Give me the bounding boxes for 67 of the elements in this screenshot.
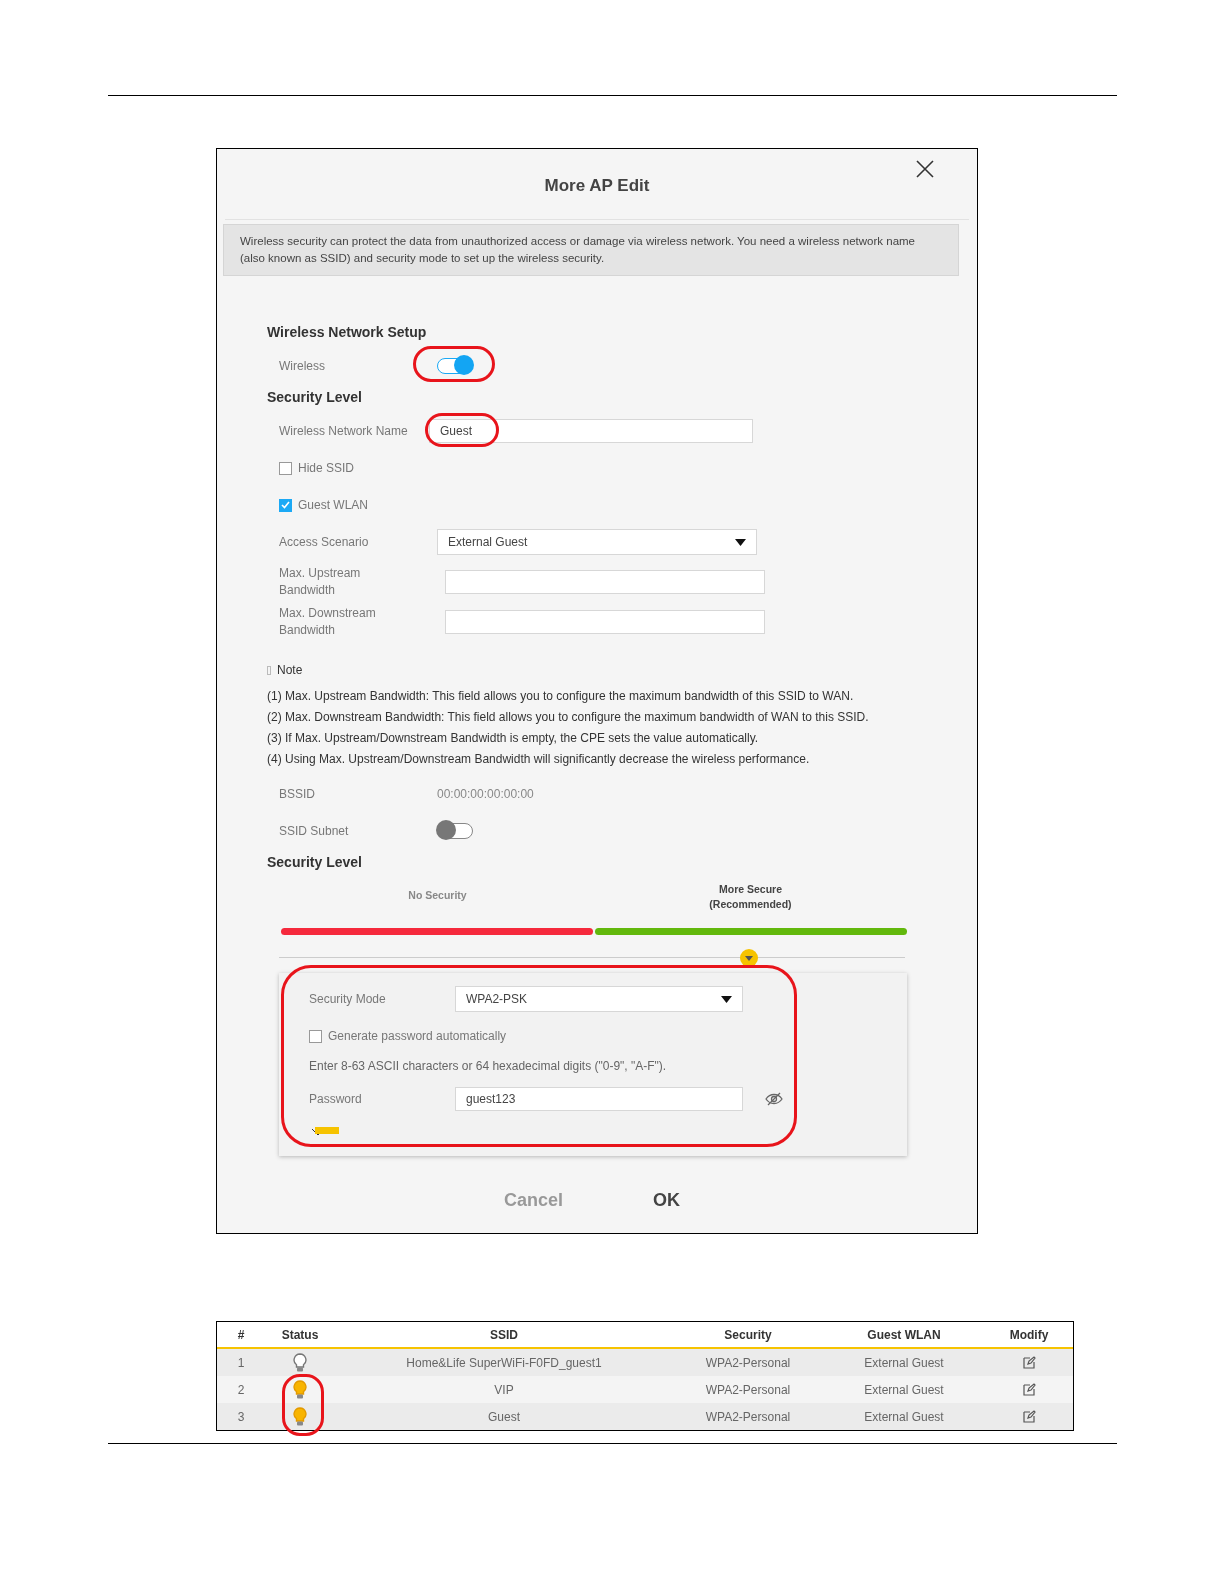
note-text: (3) If Max. Upstream/Downstream Bandwidth is empty, the CPE sets the value automatically.	[267, 731, 760, 745]
password-hint: Enter 8-63 ASCII characters or 64 hexadecimal digits ("0-9", "A-F").	[309, 1059, 668, 1073]
checkbox-label: Hide SSID	[298, 461, 355, 475]
table-cell-text: External Guest	[863, 1409, 945, 1424]
checkbox[interactable]	[309, 1029, 322, 1043]
field-label: BSSID	[279, 785, 316, 803]
table-cell-text: External Guest	[863, 1355, 945, 1370]
section-heading: Security Level	[267, 854, 363, 870]
field-label: Max. Downstream Bandwidth	[279, 605, 377, 639]
toggle-switch[interactable]	[437, 358, 473, 374]
bssid-value: 00:00:00:00:00:00	[437, 787, 534, 801]
note-text: (1) Max. Upstream Bandwidth: This field allows you to configure the maximum bandwidth of this SSID to WAN.	[267, 689, 855, 703]
section-heading: Wireless Network Setup	[267, 324, 428, 340]
note-text: (2) Max. Downstream Bandwidth: This field allows you to configure the maximum bandwidth of WAN to this SSID.	[267, 710, 870, 724]
table-cell-text: 2	[236, 1382, 246, 1397]
note-title: Note	[277, 663, 303, 677]
column-header: Modify	[1008, 1327, 1050, 1342]
ok-button[interactable]: OK	[653, 1190, 680, 1211]
highlight-ring	[282, 1374, 324, 1436]
table-cell-text: Home&Life SuperWiFi-F0FD_guest1	[405, 1355, 603, 1370]
bandwidth-field[interactable]	[445, 610, 765, 634]
access-scenario-select[interactable]: External Guest	[437, 529, 757, 555]
edit-icon[interactable]	[1022, 1356, 1036, 1369]
checkbox[interactable]	[279, 461, 292, 475]
column-header: Status	[280, 1327, 320, 1342]
edit-icon[interactable]	[1022, 1410, 1036, 1423]
checkbox-label: Guest WLAN	[298, 498, 369, 512]
field-label: Access Scenario	[279, 533, 370, 551]
level-label: No Security	[407, 888, 468, 903]
section-heading: Security Level	[267, 389, 363, 405]
table-cell-text: WPA2-Personal	[704, 1382, 792, 1397]
edit-icon[interactable]	[1022, 1383, 1036, 1396]
highlight-mark	[315, 1127, 339, 1134]
toggle-switch[interactable]	[437, 823, 473, 839]
table-cell-text: WPA2-Personal	[704, 1355, 792, 1370]
checkbox-label: Generate password automatically	[328, 1029, 507, 1043]
eye-slash-icon[interactable]	[765, 1092, 783, 1106]
info-text: Wireless security can protect the data from unauthorized access or damage via wireless network. You need a wireless network name (also known as SSID) and security mode to set up the wireless security.	[223, 224, 959, 276]
column-header: Guest WLAN	[866, 1327, 942, 1342]
bandwidth-field[interactable]	[445, 570, 765, 594]
note-icon	[267, 665, 271, 675]
level-label: More Secure (Recommended)	[708, 882, 793, 912]
close-icon[interactable]	[915, 159, 935, 179]
field-label: Security Mode	[309, 990, 387, 1008]
field-label: Wireless	[279, 357, 326, 375]
table-cell-text: WPA2-Personal	[704, 1409, 792, 1424]
network-name-field[interactable]: Guest	[429, 419, 753, 443]
checkbox[interactable]	[279, 498, 292, 512]
field-label: SSID Subnet	[279, 822, 350, 840]
table-cell-text: 3	[236, 1409, 246, 1424]
field-label: Password	[309, 1090, 363, 1108]
dialog-title: More AP Edit	[544, 176, 650, 196]
caret-icon	[744, 955, 753, 961]
password-field[interactable]: guest123	[455, 1087, 743, 1111]
column-header: SSID	[489, 1327, 519, 1342]
field-label: Wireless Network Name	[279, 422, 409, 440]
column-header: #	[236, 1327, 246, 1342]
security-mode-select[interactable]: WPA2-PSK	[455, 986, 743, 1012]
table-cell-text: VIP	[493, 1382, 515, 1397]
field-label: Max. Upstream Bandwidth	[279, 565, 362, 599]
column-header: Security	[723, 1327, 773, 1342]
note-text: (4) Using Max. Upstream/Downstream Bandwidth will significantly decrease the wireless performance.	[267, 752, 811, 766]
table-cell-text: External Guest	[863, 1382, 945, 1397]
caret-icon	[735, 538, 746, 546]
table-cell-text: Guest	[487, 1409, 521, 1424]
table-cell-text: 1	[236, 1355, 246, 1370]
caret-icon	[721, 995, 732, 1003]
